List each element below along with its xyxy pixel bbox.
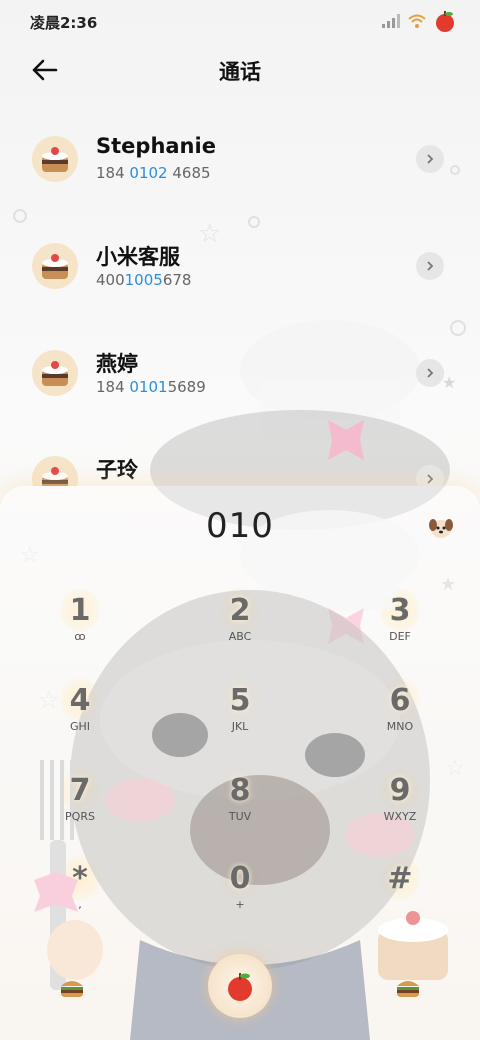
dialpad-key-7[interactable]: 7 PQRS [35,768,125,844]
contact-name: 燕婷 [96,352,138,376]
status-icons [382,10,456,32]
burger-icon[interactable] [394,976,422,998]
contact-list[interactable]: Stephanie 184 0102 4685 小米客服 4001005678 … [0,108,480,486]
apple-battery-icon [436,11,454,32]
cake-avatar-icon [32,456,78,486]
dialpad-key-5[interactable]: 5 JKL [195,678,285,754]
wifi-icon [408,14,426,28]
contact-name: 小米客服 [96,245,180,269]
contact-number: 4001005678 [96,271,192,289]
contact-row[interactable]: 燕婷 184 01015689 [0,322,480,422]
contact-row[interactable]: 小米客服 4001005678 [0,215,480,315]
chevron-right-icon[interactable] [416,465,444,486]
status-time: 凌晨2:36 [30,14,98,32]
contact-number: 184 01015689 [96,378,206,396]
dialpad-key-2[interactable]: 2 ABC [195,588,285,664]
contact-name: Stephanie [96,134,216,158]
contact-name: 子玲 [96,458,138,482]
call-button[interactable] [208,954,272,1018]
chevron-right-icon[interactable] [416,252,444,280]
dog-face-icon[interactable] [428,516,454,540]
header: 通话 [0,50,480,90]
cake-avatar-icon [32,136,78,182]
dialpad-key-9[interactable]: 9 WXYZ [355,768,445,844]
dialed-number[interactable]: 010 [0,506,480,546]
contact-row[interactable]: Stephanie 184 0102 4685 [0,108,480,208]
dialpad-key-4[interactable]: 4 GHI [35,678,125,754]
cake-avatar-icon [32,350,78,396]
dialpad-key-6[interactable]: 6 MNO [355,678,445,754]
dialpad-key-3[interactable]: 3 DEF [355,588,445,664]
apple-call-icon [228,973,252,1001]
dialpad-key-0[interactable]: 0 + [195,856,285,932]
dialpad-key-hash[interactable]: # [355,856,445,932]
cake-avatar-icon [32,243,78,289]
chevron-right-icon[interactable] [416,359,444,387]
dialpad-key-star[interactable]: *, [35,856,125,932]
signal-icon [382,14,400,28]
dialpad-key-8[interactable]: 8 TUV [195,768,285,844]
contact-row[interactable]: 子玲 [0,428,480,486]
dialpad-key-1[interactable]: 1ꝏ [35,588,125,664]
page-title: 通话 [219,60,261,84]
status-bar: 凌晨2:36 [0,0,480,44]
contact-number: 184 0102 4685 [96,164,211,182]
burger-icon[interactable] [58,976,86,998]
chevron-right-icon[interactable] [416,145,444,173]
